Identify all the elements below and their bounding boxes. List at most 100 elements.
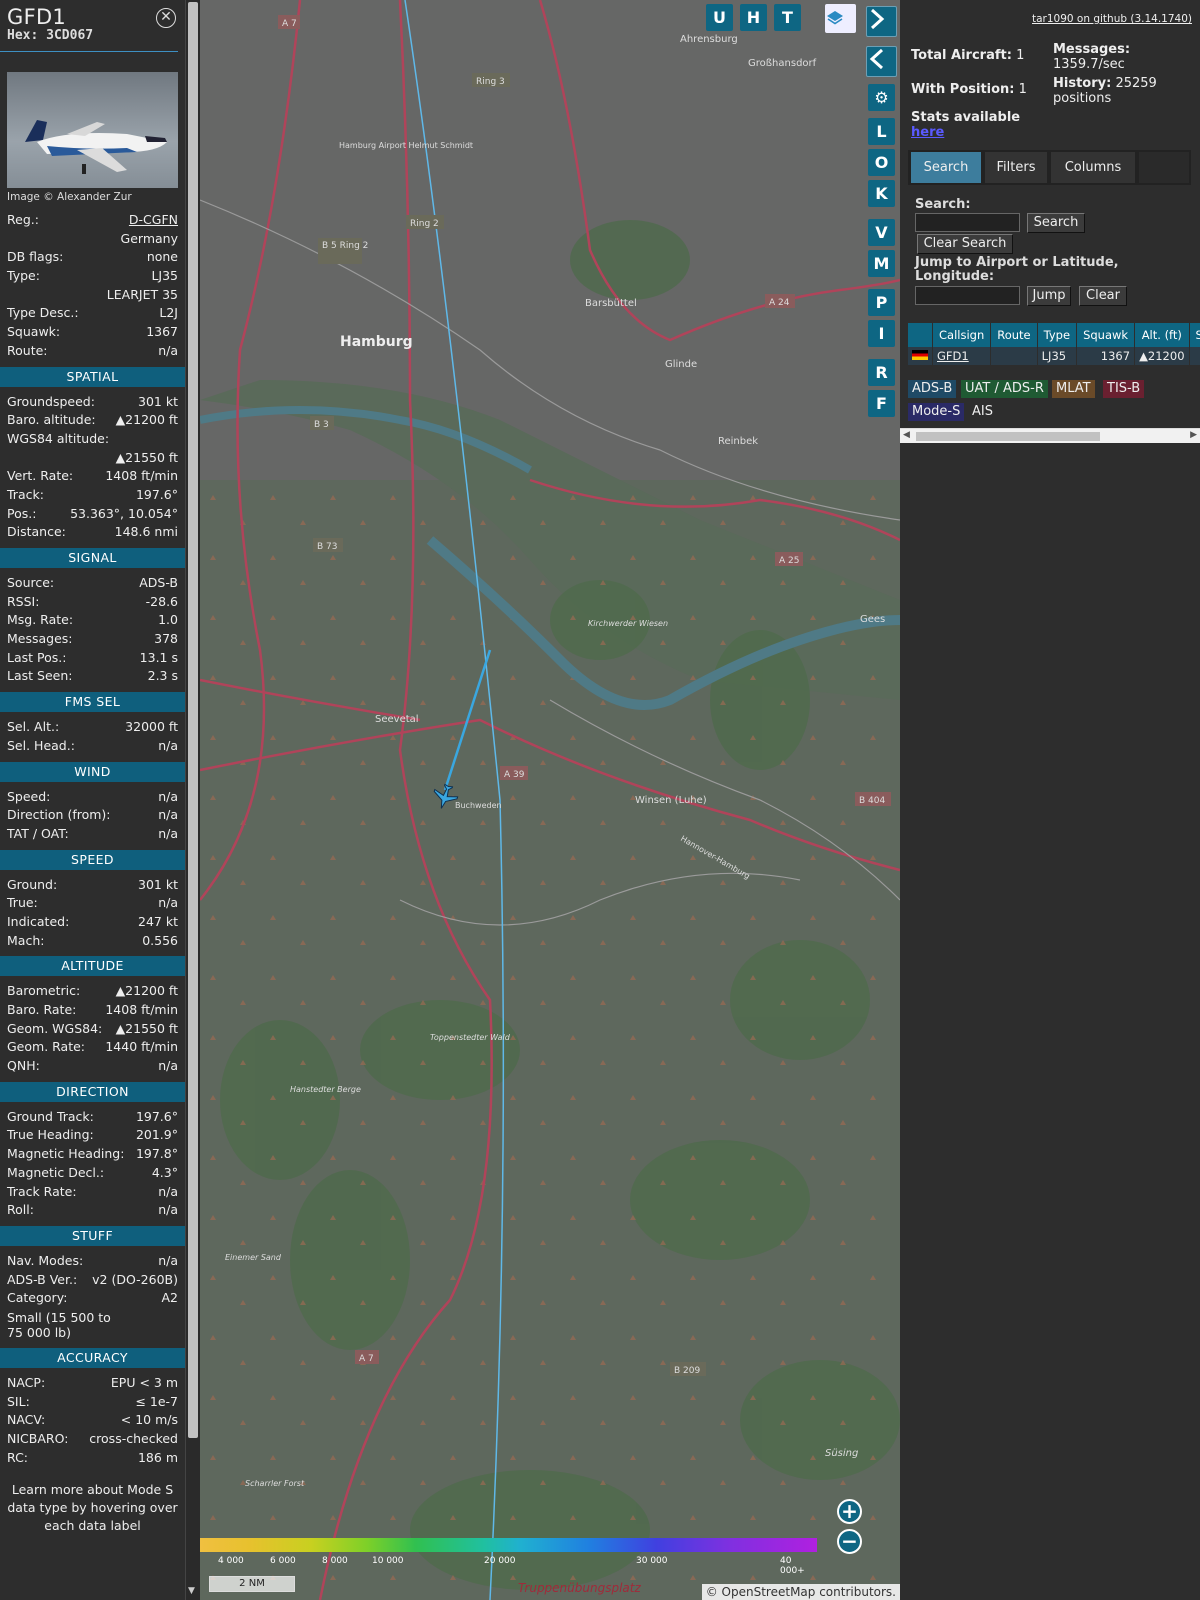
scroll-down-arrow[interactable]: ▼: [188, 1586, 195, 1596]
info-row: ▲21550 ft: [0, 449, 185, 468]
info-value: 201.9°: [135, 1127, 178, 1143]
clear-button[interactable]: Clear: [1079, 286, 1127, 306]
section-header-wind: WIND: [0, 761, 185, 782]
button-p[interactable]: P: [868, 289, 895, 316]
info-row: Mach: 0.556: [0, 932, 185, 951]
column-header-flag[interactable]: [908, 323, 933, 347]
github-link[interactable]: tar1090 on github (3.14.1740): [1032, 13, 1192, 25]
info-row: Source: ADS-B: [0, 574, 185, 593]
altitude-scale-labels: 4 000 6 000 8 000 10 000 20 000 30 000 4…: [200, 1556, 817, 1576]
info-label: Last Pos.:: [7, 649, 67, 665]
info-row: Geom. Rate: 1440 ft/min: [0, 1038, 185, 1057]
jump-button[interactable]: Jump: [1027, 286, 1071, 306]
place-einemer: Einemer Sand: [225, 1253, 282, 1262]
cell-callsign[interactable]: GFD1: [932, 347, 992, 365]
info-label: Type Desc.:: [7, 305, 79, 321]
button-m[interactable]: M: [868, 250, 895, 277]
info-row: ADS-B Ver.: v2 (DO-260B): [0, 1271, 185, 1290]
layers-icon[interactable]: [825, 4, 856, 33]
info-label: Nav. Modes:: [7, 1252, 84, 1268]
place-reinbek: Reinbek: [718, 436, 758, 447]
info-row: Reg.: D-CGFN: [0, 211, 185, 230]
info-label: Magnetic Heading:: [7, 1146, 125, 1162]
callsign-link[interactable]: GFD1: [937, 349, 969, 363]
button-r[interactable]: R: [868, 359, 895, 386]
info-value: 186 m: [137, 1449, 178, 1465]
info-label: Messages:: [7, 631, 73, 647]
info-row: NICBARO: cross-checked: [0, 1430, 185, 1449]
scroll-right-arrow[interactable]: ▶: [1190, 430, 1197, 440]
info-value: ▲21200 ft: [115, 412, 178, 428]
info-label: Reg.:: [7, 212, 39, 227]
aircraft-photo[interactable]: [7, 72, 178, 188]
info-row: Track Rate: n/a: [0, 1183, 185, 1202]
tab-columns[interactable]: Columns: [1051, 152, 1135, 183]
info-row: Track: 197.6°: [0, 486, 185, 505]
info-label: Ground Track:: [7, 1108, 94, 1124]
zoom-out-icon[interactable]: −: [837, 1529, 862, 1554]
tab-filters[interactable]: Filters: [985, 152, 1047, 183]
info-value: none: [146, 249, 178, 265]
info-footnote: Learn more about Mode S data type by hov…: [7, 1482, 178, 1534]
source-tag: AIS: [968, 403, 997, 421]
search-input[interactable]: [915, 213, 1020, 232]
button-f[interactable]: F: [868, 390, 895, 417]
button-t[interactable]: T: [774, 4, 801, 31]
info-value[interactable]: D-CGFN: [129, 211, 178, 230]
button-v[interactable]: V: [868, 219, 895, 246]
scrollbar-thumb[interactable]: [916, 432, 1100, 441]
scale-bar: 2 NM: [209, 1576, 295, 1592]
close-icon[interactable]: ✕: [156, 8, 176, 28]
scrollbar-thumb[interactable]: [188, 2, 198, 1438]
jump-input[interactable]: [915, 286, 1020, 305]
info-header: GFD1 Hex: 3CD067 ✕: [0, 0, 178, 52]
airplane-photo-graphic: [25, 120, 167, 174]
category-description: Small (15 500 to 75 000 lb): [7, 1309, 111, 1340]
info-value: n/a: [158, 788, 178, 804]
search-button[interactable]: Search: [1027, 213, 1085, 233]
road-a39: A 39: [504, 770, 525, 780]
column-header-callsign[interactable]: Callsign: [932, 323, 992, 347]
stats-link[interactable]: here: [911, 125, 944, 140]
info-panel-scrollbar[interactable]: ▼: [185, 0, 200, 1600]
info-value: cross-checked: [89, 1431, 178, 1446]
map-canvas[interactable]: Ahrensburg Großhansdorf Barsbüttel Glind…: [200, 0, 900, 1600]
button-i[interactable]: I: [868, 320, 895, 347]
info-row: Type Desc.: L2J: [0, 304, 185, 323]
info-label: ADS-B Ver.:: [7, 1271, 78, 1287]
button-h[interactable]: H: [740, 4, 767, 31]
table-row[interactable]: GFD1 LJ35 1367 ▲21200: [908, 347, 1200, 365]
scroll-left-arrow[interactable]: ◀: [903, 430, 910, 440]
info-value: ▲21550 ft: [115, 1020, 178, 1036]
chevron-left-icon[interactable]: [866, 46, 897, 77]
zoom-in-icon[interactable]: +: [837, 1499, 862, 1524]
tab-empty[interactable]: [1139, 152, 1189, 183]
info-value: v2 (DO-260B): [92, 1271, 178, 1287]
map-attribution[interactable]: © OpenStreetMap contributors.: [701, 1584, 900, 1600]
info-row: Barometric: ▲21200 ft: [0, 982, 185, 1001]
button-o[interactable]: O: [868, 149, 895, 176]
chevron-right-icon[interactable]: [866, 6, 897, 37]
tab-bar: Search Filters Columns: [908, 150, 1191, 185]
gear-icon[interactable]: ⚙: [868, 84, 895, 111]
column-header-altitude[interactable]: Alt. (ft): [1134, 323, 1190, 347]
aircraft-info-panel: GFD1 Hex: 3CD067 ✕ Image © Alexander Zur…: [0, 0, 185, 1600]
info-value: 0.556: [142, 932, 178, 948]
button-u[interactable]: U: [706, 4, 733, 31]
column-header-squawk[interactable]: Squawk: [1076, 323, 1136, 347]
column-header-type[interactable]: Type: [1037, 323, 1078, 347]
info-value: A2: [161, 1290, 178, 1306]
button-k[interactable]: K: [868, 180, 895, 207]
section-header-signal: SIGNAL: [0, 548, 185, 568]
info-row: True Heading: 201.9°: [0, 1126, 185, 1145]
tab-search[interactable]: Search: [911, 152, 981, 183]
column-header-speed[interactable]: Spd: [1189, 323, 1200, 347]
column-header-route[interactable]: Route: [990, 323, 1038, 347]
clear-search-button[interactable]: Clear Search: [917, 234, 1013, 254]
aircraft-table: Callsign Route Type Squawk Alt. (ft) Spd…: [908, 323, 1200, 365]
cell-squawk: 1367: [1076, 347, 1136, 365]
road-ring3: Ring 3: [476, 77, 505, 87]
table-horizontal-scrollbar[interactable]: ◀ ▶: [900, 428, 1200, 443]
map-view[interactable]: Ahrensburg Großhansdorf Barsbüttel Glind…: [200, 0, 900, 1600]
button-l[interactable]: L: [868, 118, 895, 145]
